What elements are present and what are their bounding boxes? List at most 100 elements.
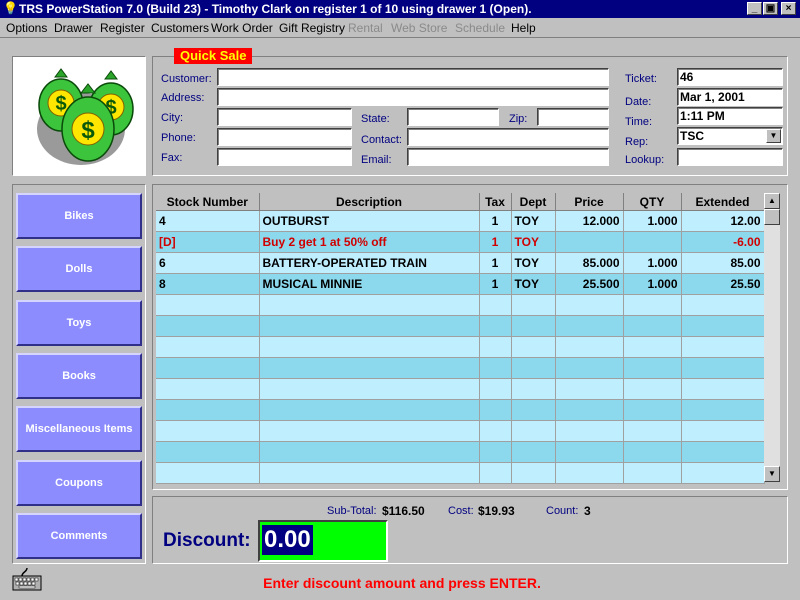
qty-cell[interactable]	[623, 420, 682, 442]
extended-cell[interactable]: 85.00	[681, 252, 765, 274]
menu-schedule[interactable]: Schedule	[455, 21, 505, 35]
dept-cell[interactable]	[511, 420, 556, 442]
tax-cell[interactable]: 1	[479, 273, 512, 295]
price-cell[interactable]	[555, 294, 624, 316]
description-cell[interactable]	[259, 357, 480, 379]
dept-cell[interactable]	[511, 315, 556, 337]
qty-cell[interactable]: 1.000	[623, 210, 682, 232]
description-cell[interactable]	[259, 420, 480, 442]
empty-table-row[interactable]	[156, 462, 765, 484]
menu-options[interactable]: Options	[6, 21, 47, 35]
category-button-books[interactable]: Books	[16, 353, 142, 399]
description-cell[interactable]	[259, 462, 480, 484]
stock-number-cell[interactable]	[156, 336, 260, 358]
price-cell[interactable]: 85.000	[555, 252, 624, 274]
discount-input[interactable]: 0.00	[258, 520, 388, 562]
contact-field[interactable]	[407, 128, 609, 146]
stock-number-cell[interactable]: 4	[156, 210, 260, 232]
description-cell[interactable]: Buy 2 get 1 at 50% off	[259, 231, 480, 253]
table-row[interactable]: [D] Buy 2 get 1 at 50% off 1 TOY -6.00	[156, 231, 765, 253]
column-header-description[interactable]: Description	[259, 193, 480, 211]
scroll-up-icon[interactable]: ▲	[764, 193, 780, 209]
table-row[interactable]: 6 BATTERY-OPERATED TRAIN 1 TOY 85.000 1.000 85…	[156, 252, 765, 274]
dept-cell[interactable]	[511, 336, 556, 358]
dept-cell[interactable]	[511, 357, 556, 379]
menu-customers[interactable]: Customers	[151, 21, 209, 35]
tax-cell[interactable]: 1	[479, 210, 512, 232]
category-button-comments[interactable]: Comments	[16, 513, 142, 559]
minimize-button[interactable]: _	[747, 2, 762, 15]
city-field[interactable]	[217, 108, 352, 126]
price-cell[interactable]	[555, 336, 624, 358]
price-cell[interactable]	[555, 420, 624, 442]
empty-table-row[interactable]	[156, 294, 765, 316]
extended-cell[interactable]	[681, 441, 765, 463]
chevron-down-icon[interactable]: ▼	[766, 129, 781, 143]
dept-cell[interactable]	[511, 441, 556, 463]
qty-cell[interactable]	[623, 231, 682, 253]
state-field[interactable]	[407, 108, 499, 126]
maximize-button[interactable]: ▣	[763, 2, 778, 15]
qty-cell[interactable]	[623, 462, 682, 484]
column-header-stock-number[interactable]: Stock Number	[156, 193, 260, 211]
dept-cell[interactable]: TOY	[511, 252, 556, 274]
column-header-qty[interactable]: QTY	[623, 193, 682, 211]
tax-cell[interactable]	[479, 315, 512, 337]
menu-work-order[interactable]: Work Order	[211, 21, 273, 35]
extended-cell[interactable]	[681, 336, 765, 358]
price-cell[interactable]	[555, 399, 624, 421]
price-cell[interactable]	[555, 315, 624, 337]
description-cell[interactable]	[259, 378, 480, 400]
stock-number-cell[interactable]	[156, 294, 260, 316]
close-button[interactable]: ×	[781, 2, 796, 15]
tax-cell[interactable]	[479, 378, 512, 400]
extended-cell[interactable]	[681, 357, 765, 379]
empty-table-row[interactable]	[156, 420, 765, 442]
menu-drawer[interactable]: Drawer	[54, 21, 93, 35]
price-cell[interactable]	[555, 441, 624, 463]
extended-cell[interactable]: -6.00	[681, 231, 765, 253]
category-button-miscellaneous-items[interactable]: Miscellaneous Items	[16, 406, 142, 452]
qty-cell[interactable]	[623, 315, 682, 337]
empty-table-row[interactable]	[156, 315, 765, 337]
stock-number-cell[interactable]	[156, 462, 260, 484]
email-field[interactable]	[407, 148, 609, 166]
extended-cell[interactable]	[681, 462, 765, 484]
price-cell[interactable]	[555, 357, 624, 379]
price-cell[interactable]: 12.000	[555, 210, 624, 232]
address-field[interactable]	[217, 88, 609, 106]
category-button-coupons[interactable]: Coupons	[16, 460, 142, 506]
extended-cell[interactable]: 25.50	[681, 273, 765, 295]
stock-number-cell[interactable]: 6	[156, 252, 260, 274]
ticket-field[interactable]: 46	[677, 68, 783, 86]
dept-cell[interactable]	[511, 294, 556, 316]
qty-cell[interactable]	[623, 399, 682, 421]
description-cell[interactable]: MUSICAL MINNIE	[259, 273, 480, 295]
description-cell[interactable]: OUTBURST	[259, 210, 480, 232]
qty-cell[interactable]	[623, 357, 682, 379]
dept-cell[interactable]	[511, 378, 556, 400]
scroll-thumb[interactable]	[764, 209, 780, 225]
empty-table-row[interactable]	[156, 357, 765, 379]
qty-cell[interactable]	[623, 336, 682, 358]
qty-cell[interactable]: 1.000	[623, 252, 682, 274]
qty-cell[interactable]	[623, 294, 682, 316]
column-header-tax[interactable]: Tax	[479, 193, 512, 211]
dept-cell[interactable]: TOY	[511, 231, 556, 253]
column-header-price[interactable]: Price	[555, 193, 624, 211]
stock-number-cell[interactable]	[156, 315, 260, 337]
fax-field[interactable]	[217, 148, 352, 166]
qty-cell[interactable]	[623, 378, 682, 400]
description-cell[interactable]	[259, 336, 480, 358]
empty-table-row[interactable]	[156, 336, 765, 358]
menu-register[interactable]: Register	[100, 21, 145, 35]
stock-number-cell[interactable]: [D]	[156, 231, 260, 253]
scroll-down-icon[interactable]: ▼	[764, 466, 780, 482]
extended-cell[interactable]	[681, 420, 765, 442]
price-cell[interactable]: 25.500	[555, 273, 624, 295]
tax-cell[interactable]	[479, 294, 512, 316]
customer-field[interactable]	[217, 68, 609, 86]
column-header-extended[interactable]: Extended	[681, 193, 765, 211]
extended-cell[interactable]	[681, 399, 765, 421]
menu-web-store[interactable]: Web Store	[391, 21, 447, 35]
